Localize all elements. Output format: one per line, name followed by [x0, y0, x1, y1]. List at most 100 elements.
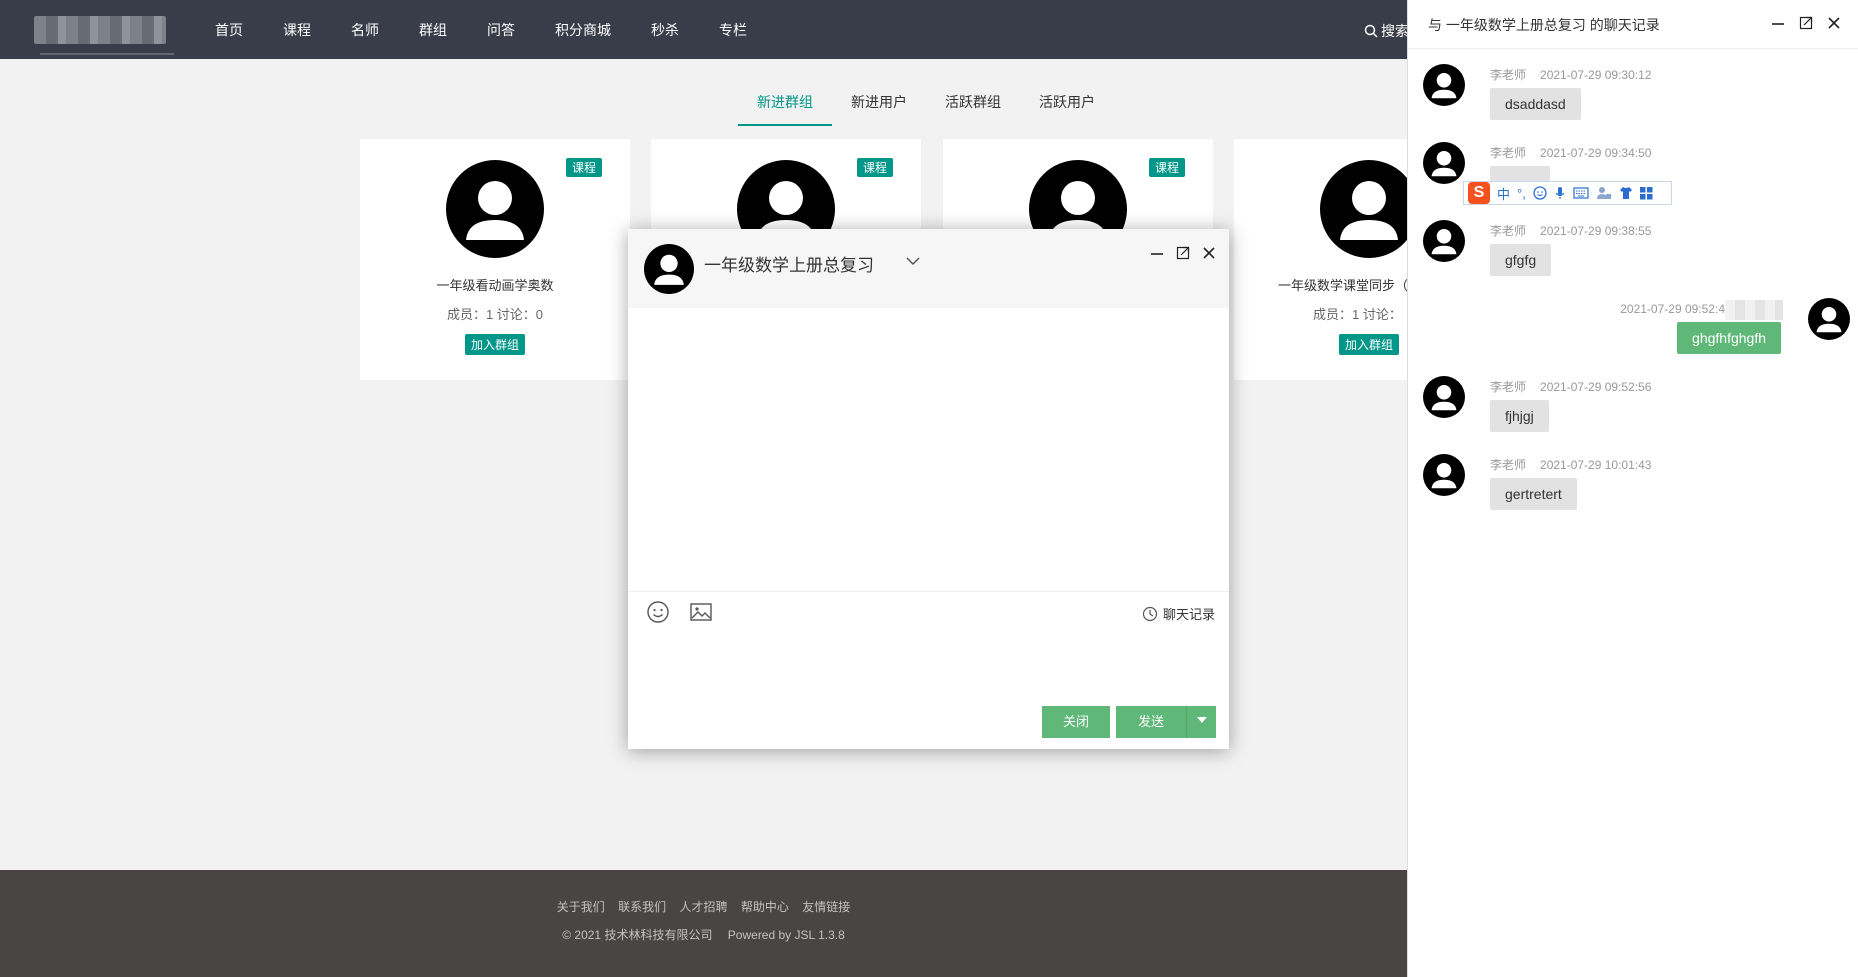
- chat-history-link[interactable]: 聊天记录: [1142, 604, 1215, 623]
- message-meta: 李老师 2021-07-29 10:01:43: [1490, 456, 1651, 473]
- chat-title: 一年级数学上册总复习: [704, 256, 874, 275]
- chat-history-label: 聊天记录: [1162, 607, 1215, 622]
- tab-new-users[interactable]: 新进用户: [832, 86, 926, 126]
- image-icon[interactable]: [689, 600, 713, 627]
- history-window-controls: [1770, 15, 1842, 31]
- chat-history-panel: 与 一年级数学上册总复习 的聊天记录 李老师 2021-07-29 09:30:1…: [1407, 0, 1858, 977]
- logo-underline: [40, 53, 174, 55]
- skin-shirt-icon[interactable]: [1619, 186, 1633, 200]
- message-sender: 李老师: [1490, 146, 1527, 160]
- avatar-icon: [1423, 64, 1465, 106]
- chat-input[interactable]: [628, 631, 1229, 699]
- group-name[interactable]: 一年级看动画学奥数: [360, 275, 630, 294]
- clock-icon: [1142, 606, 1158, 621]
- group-stats: 成员：1 讨论：0: [446, 307, 544, 322]
- footer-link-friends[interactable]: 友情链接: [802, 900, 850, 914]
- keyboard-icon[interactable]: [1573, 187, 1589, 199]
- blurred-username: [1725, 300, 1783, 320]
- minimize-icon[interactable]: [1770, 15, 1786, 31]
- ime-toolbar: S 中 °,: [1463, 181, 1672, 205]
- message-bubble: fjhjgj: [1490, 400, 1549, 432]
- course-badge: 课程: [565, 158, 602, 177]
- close-button[interactable]: 关闭: [1042, 706, 1110, 738]
- maximize-icon[interactable]: [1798, 15, 1814, 31]
- tab-active-groups[interactable]: 活跃群组: [926, 86, 1020, 126]
- footer-link-contact[interactable]: 联系我们: [618, 900, 666, 914]
- ime-punct-toggle[interactable]: °,: [1517, 186, 1526, 201]
- tab-active-users[interactable]: 活跃用户: [1020, 86, 1114, 126]
- message-meta: 李老师 2021-07-29 09:52:56: [1490, 378, 1651, 395]
- join-group-button[interactable]: 加入群组: [1338, 334, 1400, 355]
- chat-toolbar: 聊天记录: [628, 591, 1229, 631]
- course-badge: 课程: [856, 158, 893, 177]
- search-label: 搜索: [1381, 23, 1409, 39]
- history-panel-title: 与 一年级数学上册总复习 的聊天记录: [1428, 17, 1660, 33]
- group-avatar-icon: [644, 244, 694, 294]
- message-bubble: gfgfg: [1490, 244, 1552, 276]
- message-sender: 李老师: [1490, 68, 1527, 82]
- avatar-icon: [1423, 454, 1465, 496]
- message-meta: 李老师 2021-07-29 09:34:50: [1490, 144, 1651, 161]
- minimize-icon[interactable]: [1149, 245, 1165, 261]
- message-bubble: ghgfhfghgfh: [1677, 322, 1781, 354]
- message-sender: 李老师: [1490, 458, 1527, 472]
- footer: 关于我们 联系我们 人才招聘 帮助中心 友情链接 © 2021 技术林科技有限公…: [0, 870, 1407, 977]
- chat-header: 一年级数学上册总复习: [628, 229, 1229, 308]
- message-meta: 李老师 2021-07-29 09:38:55: [1490, 222, 1651, 239]
- message-time: 2021-07-29 09:30:12: [1540, 68, 1652, 82]
- ime-logo-icon[interactable]: S: [1468, 182, 1490, 204]
- footer-links: 关于我们 联系我们 人才招聘 帮助中心 友情链接: [0, 898, 1407, 915]
- nav-item-teachers[interactable]: 名师: [351, 20, 379, 40]
- message-time: 2021-07-29 09:38:55: [1540, 224, 1652, 238]
- chevron-down-icon[interactable]: [905, 253, 921, 269]
- message-sender: 李老师: [1490, 224, 1527, 238]
- user-tools-icon[interactable]: [1596, 186, 1612, 200]
- site-logo[interactable]: [34, 16, 166, 44]
- close-icon[interactable]: [1201, 245, 1217, 261]
- powered-by-text: Powered by JSL 1.3.8: [727, 928, 845, 942]
- send-button[interactable]: 发送: [1116, 706, 1186, 738]
- message-time: 2021-07-29 10:01:43: [1540, 458, 1652, 472]
- footer-link-jobs[interactable]: 人才招聘: [679, 900, 727, 914]
- nav-item-home[interactable]: 首页: [215, 20, 243, 40]
- microphone-icon[interactable]: [1554, 186, 1566, 200]
- nav-item-groups[interactable]: 群组: [419, 20, 447, 40]
- maximize-icon[interactable]: [1175, 245, 1191, 261]
- avatar-icon[interactable]: [1320, 160, 1418, 258]
- close-icon[interactable]: [1826, 15, 1842, 31]
- history-divider: [1408, 48, 1858, 49]
- toolbox-grid-icon[interactable]: [1639, 186, 1653, 200]
- footer-link-about[interactable]: 关于我们: [557, 900, 605, 914]
- send-options-button[interactable]: [1186, 706, 1216, 738]
- chat-dialog: 一年级数学上册总复习 聊天记录 关闭 发送: [628, 229, 1229, 749]
- ime-mode-toggle[interactable]: 中: [1497, 184, 1510, 203]
- search-icon: [1364, 24, 1378, 38]
- message-meta: 李老师 2021-07-29 09:30:12: [1490, 66, 1651, 83]
- group-tabs: 新进群组 新进用户 活跃群组 活跃用户: [738, 86, 1114, 126]
- tab-new-groups[interactable]: 新进群组: [738, 86, 832, 126]
- nav-item-qa[interactable]: 问答: [487, 20, 515, 40]
- nav-item-points-mall[interactable]: 积分商城: [555, 20, 611, 40]
- avatar-icon[interactable]: [446, 160, 544, 258]
- join-group-button[interactable]: 加入群组: [464, 334, 526, 355]
- chat-window-controls: [1149, 245, 1217, 261]
- avatar-icon: [1423, 142, 1465, 184]
- avatar-icon: [1808, 298, 1850, 340]
- emoji-icon[interactable]: [1533, 186, 1547, 200]
- message-bubble: dsaddasd: [1490, 88, 1581, 120]
- message-bubble: gertretert: [1490, 478, 1577, 510]
- avatar-icon: [1423, 220, 1465, 262]
- emoji-icon[interactable]: [646, 600, 670, 627]
- nav-item-flash-sale[interactable]: 秒杀: [651, 20, 679, 40]
- message-time: 2021-07-29 09:52:4: [1620, 302, 1725, 317]
- nav-search[interactable]: 搜索: [1364, 21, 1409, 41]
- group-card: 课程 一年级看动画学奥数 成员：1 讨论：0 加入群组: [360, 139, 630, 380]
- nav-item-courses[interactable]: 课程: [283, 20, 311, 40]
- avatar-icon: [1423, 376, 1465, 418]
- chat-message-area[interactable]: [628, 308, 1229, 591]
- message-sender: 李老师: [1490, 380, 1527, 394]
- footer-link-help[interactable]: 帮助中心: [741, 900, 789, 914]
- message-time: 2021-07-29 09:34:50: [1540, 146, 1652, 160]
- caret-down-icon: [1196, 717, 1207, 723]
- nav-item-columns[interactable]: 专栏: [719, 20, 747, 40]
